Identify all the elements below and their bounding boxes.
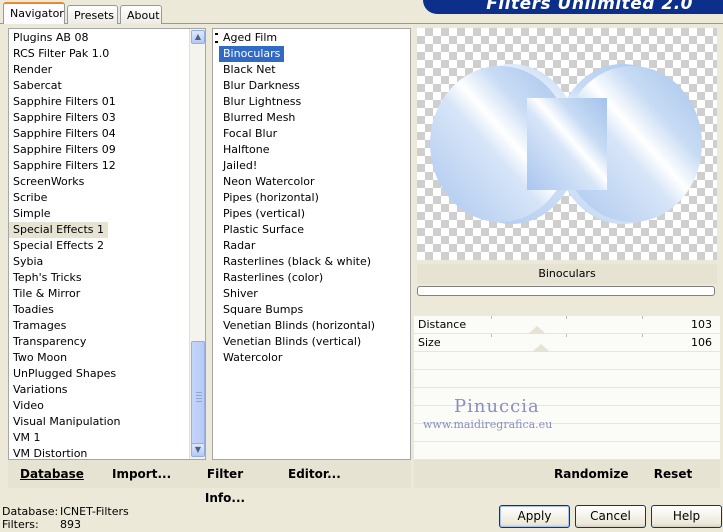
param-row-empty	[414, 352, 720, 370]
category-list[interactable]: Plugins AB 08 RCS Filter Pak 1.0 Render Sab…	[8, 28, 206, 460]
category-scrollbar[interactable]: ▲ ▼	[189, 29, 205, 459]
filter-item[interactable]: Rasterlines (color)	[219, 270, 327, 286]
filter-item[interactable]: Focal Blur	[219, 126, 281, 142]
watermark-url: www.maidiregrafica.eu	[423, 418, 553, 431]
filter-item[interactable]: Aged Film	[219, 30, 281, 46]
status-database-value: ICNET-Filters	[60, 505, 129, 518]
filter-info-button[interactable]: Filter Info...	[192, 462, 258, 505]
brand-banner: Filters Unlimited 2.0	[423, 0, 723, 14]
param-value: 106	[691, 336, 712, 349]
category-item[interactable]: Special Effects 2	[9, 238, 108, 254]
list-grip-icon	[215, 33, 218, 43]
filter-item[interactable]: Blurred Mesh	[219, 110, 299, 126]
editor-button[interactable]: Editor...	[288, 462, 341, 486]
current-filter-name: Binoculars	[417, 264, 717, 284]
category-item[interactable]: VM 1	[9, 430, 45, 446]
preview-canvas	[417, 28, 717, 260]
category-item[interactable]: Sabercat	[9, 78, 66, 94]
category-item[interactable]: Teph's Tricks	[9, 270, 86, 286]
slider-thumb-icon[interactable]	[528, 326, 546, 334]
category-item[interactable]: Video	[9, 398, 48, 414]
category-item[interactable]: Render	[9, 62, 56, 78]
param-row-size[interactable]: Size 106	[414, 334, 720, 352]
category-item[interactable]: UnPlugged Shapes	[9, 366, 120, 382]
filter-item[interactable]: Pipes (vertical)	[219, 206, 309, 222]
category-item[interactable]: Sapphire Filters 12	[9, 158, 120, 174]
slider-thumb-icon[interactable]	[532, 344, 550, 352]
param-row-empty	[414, 442, 720, 460]
filter-item[interactable]: Square Bumps	[219, 302, 307, 318]
category-item[interactable]: Simple	[9, 206, 55, 222]
param-label: Size	[418, 336, 441, 349]
status-filters-value: 893	[60, 518, 81, 531]
filter-progress-field	[417, 286, 715, 296]
category-item[interactable]: Toadies	[9, 302, 58, 318]
binoculars-preview	[430, 64, 702, 225]
filter-item[interactable]: Blur Darkness	[219, 78, 304, 94]
filter-item[interactable]: Neon Watercolor	[219, 174, 319, 190]
reset-button[interactable]: Reset	[652, 462, 694, 486]
category-item[interactable]: Sapphire Filters 01	[9, 94, 120, 110]
category-item[interactable]: Sybia	[9, 254, 47, 270]
category-item[interactable]: Variations	[9, 382, 72, 398]
param-row-distance[interactable]: Distance 103	[414, 316, 720, 334]
tab-presets[interactable]: Presets	[67, 5, 118, 24]
status-database-label: Database:	[2, 505, 59, 518]
filter-item[interactable]: Rasterlines (black & white)	[219, 254, 375, 270]
filter-item[interactable]: Venetian Blinds (horizontal)	[219, 318, 379, 334]
filter-item[interactable]: Plastic Surface	[219, 222, 308, 238]
filter-item[interactable]: Blur Lightness	[219, 94, 305, 110]
scroll-thumb[interactable]	[191, 341, 205, 453]
category-item[interactable]: Sapphire Filters 03	[9, 110, 120, 126]
filter-item[interactable]: Halftone	[219, 142, 274, 158]
status-filters-label: Filters:	[2, 518, 39, 531]
import-button[interactable]: Import...	[112, 462, 171, 486]
filter-item[interactable]: Watercolor	[219, 350, 286, 366]
category-item[interactable]: Sapphire Filters 04	[9, 126, 120, 142]
param-label: Distance	[418, 318, 467, 331]
category-item[interactable]: Tramages	[9, 318, 70, 334]
param-row-empty	[414, 370, 720, 388]
category-item[interactable]: Two Moon	[9, 350, 71, 366]
category-item[interactable]: ScreenWorks	[9, 174, 88, 190]
filter-item[interactable]: Shiver	[219, 286, 262, 302]
category-item[interactable]: Visual Manipulation	[9, 414, 124, 430]
filter-item[interactable]: Pipes (horizontal)	[219, 190, 323, 206]
help-button[interactable]: Help	[651, 505, 722, 528]
filter-item[interactable]: Venetian Blinds (vertical)	[219, 334, 365, 350]
watermark-name: Pinuccia	[454, 396, 540, 417]
scroll-down-icon[interactable]: ▼	[191, 443, 205, 457]
cancel-button[interactable]: Cancel	[575, 505, 646, 528]
filter-item[interactable]: Jailed!	[219, 158, 261, 174]
apply-button[interactable]: Apply	[499, 505, 570, 528]
filter-item[interactable]: Black Net	[219, 62, 280, 78]
scroll-up-icon[interactable]: ▲	[191, 30, 205, 44]
parameter-panel: Distance 103 Size 106	[414, 316, 720, 460]
category-item[interactable]: Tile & Mirror	[9, 286, 84, 302]
category-item[interactable]: Plugins AB 08	[9, 30, 92, 46]
filter-item[interactable]: Radar	[219, 238, 259, 254]
filter-list[interactable]: Aged Film Binoculars Black Net Blur Darknes…	[212, 28, 411, 460]
param-value: 103	[691, 318, 712, 331]
category-item[interactable]: Sapphire Filters 09	[9, 142, 120, 158]
brand-title: Filters Unlimited 2.0	[486, 0, 693, 14]
category-item[interactable]: Scribe	[9, 190, 51, 206]
tab-navigator[interactable]: Navigator	[3, 2, 65, 24]
filter-item[interactable]: Binoculars	[219, 46, 285, 62]
category-item[interactable]: Transparency	[9, 334, 90, 350]
randomize-button[interactable]: Randomize	[554, 462, 628, 486]
database-button[interactable]: Database	[20, 462, 84, 486]
category-item[interactable]: RCS Filter Pak 1.0	[9, 46, 113, 62]
category-item[interactable]: Special Effects 1	[9, 222, 109, 238]
tab-about[interactable]: About	[120, 5, 162, 24]
